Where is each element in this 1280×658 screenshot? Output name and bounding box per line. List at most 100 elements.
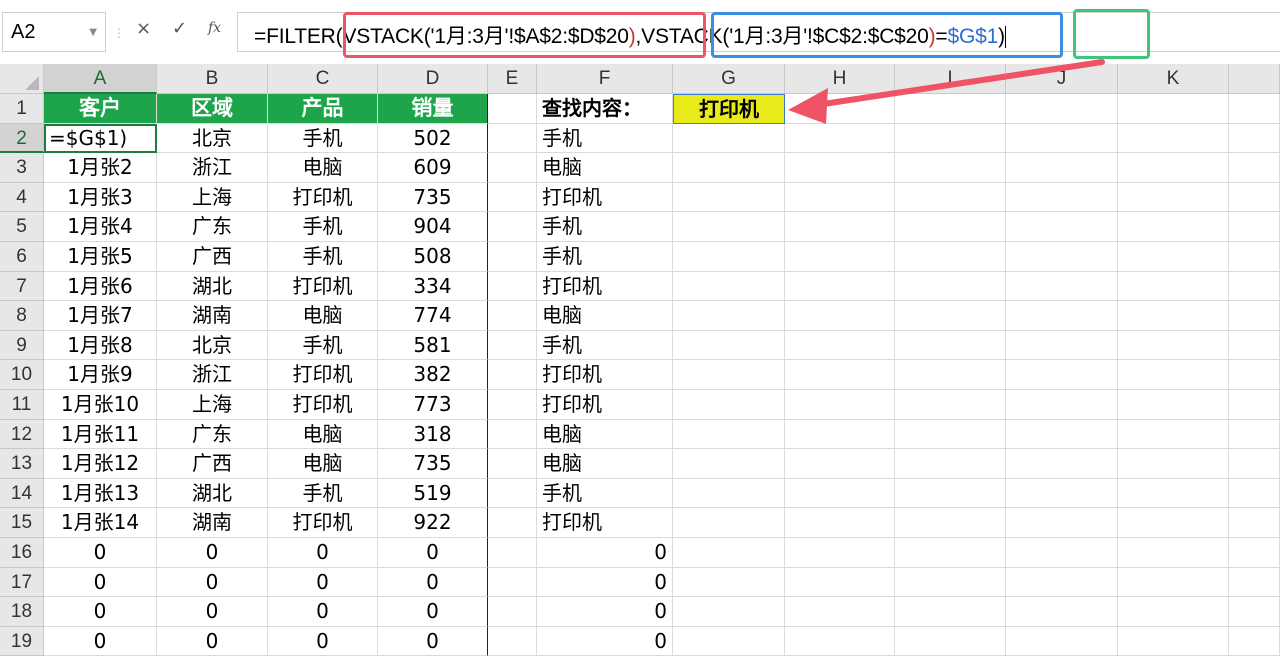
- cell-i5[interactable]: [895, 212, 1006, 242]
- column-header-b[interactable]: B: [157, 64, 268, 94]
- cell-i1[interactable]: [895, 94, 1006, 124]
- row-header-17[interactable]: 17: [0, 567, 44, 598]
- cell-b9[interactable]: 北京: [157, 330, 268, 361]
- cell-b13[interactable]: 广西: [157, 449, 268, 479]
- cell-i11[interactable]: [895, 390, 1006, 420]
- cell-h4[interactable]: [785, 182, 895, 213]
- cell-d15[interactable]: 922: [378, 508, 488, 538]
- cell-f1[interactable]: 查找内容：: [537, 94, 673, 124]
- cancel-icon[interactable]: ×: [136, 18, 151, 39]
- cell-b11[interactable]: 上海: [157, 390, 268, 420]
- cell-c10[interactable]: 打印机: [268, 360, 378, 390]
- row-header-2[interactable]: 2: [0, 123, 44, 154]
- cell-c13[interactable]: 电脑: [268, 449, 378, 479]
- cell-l9[interactable]: [1229, 330, 1280, 361]
- cell-j6[interactable]: [1006, 242, 1118, 272]
- cell-f14[interactable]: 手机: [537, 478, 673, 509]
- cell-j1[interactable]: [1006, 94, 1118, 124]
- column-header-d[interactable]: D: [378, 64, 488, 94]
- cell-e3[interactable]: [488, 153, 537, 183]
- cell-k1[interactable]: [1118, 94, 1229, 124]
- cell-d10[interactable]: 382: [378, 360, 488, 390]
- cell-c4[interactable]: 打印机: [268, 182, 378, 213]
- cell-k14[interactable]: [1118, 478, 1229, 509]
- cell-l11[interactable]: [1229, 390, 1280, 420]
- cell-d19[interactable]: 0: [378, 626, 488, 657]
- cell-h12[interactable]: [785, 419, 895, 450]
- cell-g5[interactable]: [673, 212, 785, 242]
- cell-l2[interactable]: [1229, 123, 1280, 154]
- row-header-18[interactable]: 18: [0, 597, 44, 627]
- row-header-3[interactable]: 3: [0, 153, 44, 183]
- cell-l15[interactable]: [1229, 508, 1280, 538]
- cell-f5[interactable]: 手机: [537, 212, 673, 242]
- cell-f3[interactable]: 电脑: [537, 153, 673, 183]
- column-header-k[interactable]: K: [1118, 64, 1229, 94]
- cell-h7[interactable]: [785, 271, 895, 302]
- cell-b18[interactable]: 0: [157, 597, 268, 627]
- cell-c3[interactable]: 电脑: [268, 153, 378, 183]
- cell-i9[interactable]: [895, 330, 1006, 361]
- column-header-c[interactable]: C: [268, 64, 378, 94]
- row-header-16[interactable]: 16: [0, 538, 44, 568]
- cell-f4[interactable]: 打印机: [537, 182, 673, 213]
- cell-k13[interactable]: [1118, 449, 1229, 479]
- cell-g11[interactable]: [673, 390, 785, 420]
- cell-l4[interactable]: [1229, 182, 1280, 213]
- cell-b19[interactable]: 0: [157, 626, 268, 657]
- cell-h14[interactable]: [785, 478, 895, 509]
- cell-c12[interactable]: 电脑: [268, 419, 378, 450]
- cell-j2[interactable]: [1006, 123, 1118, 154]
- cell-d5[interactable]: 904: [378, 212, 488, 242]
- row-header-4[interactable]: 4: [0, 182, 44, 213]
- cell-l19[interactable]: [1229, 626, 1280, 657]
- cell-a2[interactable]: =$G$1): [44, 123, 157, 154]
- cell-j7[interactable]: [1006, 271, 1118, 302]
- cell-e4[interactable]: [488, 182, 537, 213]
- cell-e11[interactable]: [488, 390, 537, 420]
- column-header-l[interactable]: [1229, 64, 1280, 94]
- cell-d12[interactable]: 318: [378, 419, 488, 450]
- cell-h17[interactable]: [785, 567, 895, 598]
- cell-k11[interactable]: [1118, 390, 1229, 420]
- lookup-value-cell[interactable]: 打印机: [673, 94, 785, 124]
- cell-k9[interactable]: [1118, 330, 1229, 361]
- cell-f18[interactable]: 0: [537, 597, 673, 627]
- cell-g2[interactable]: [673, 123, 785, 154]
- cell-g15[interactable]: [673, 508, 785, 538]
- cell-j10[interactable]: [1006, 360, 1118, 390]
- cell-l12[interactable]: [1229, 419, 1280, 450]
- column-header-j[interactable]: J: [1006, 64, 1118, 94]
- cell-h19[interactable]: [785, 626, 895, 657]
- cell-e14[interactable]: [488, 478, 537, 509]
- cell-j12[interactable]: [1006, 419, 1118, 450]
- cell-e16[interactable]: [488, 538, 537, 568]
- cell-c14[interactable]: 手机: [268, 478, 378, 509]
- cell-b15[interactable]: 湖南: [157, 508, 268, 538]
- cell-f19[interactable]: 0: [537, 626, 673, 657]
- cell-l1[interactable]: [1229, 94, 1280, 124]
- cell-k17[interactable]: [1118, 567, 1229, 598]
- column-header-i[interactable]: I: [895, 64, 1006, 94]
- cell-d7[interactable]: 334: [378, 271, 488, 302]
- cell-a9[interactable]: 1月张8: [44, 330, 157, 361]
- cell-l8[interactable]: [1229, 301, 1280, 331]
- cell-f15[interactable]: 打印机: [537, 508, 673, 538]
- cell-i7[interactable]: [895, 271, 1006, 302]
- cell-j14[interactable]: [1006, 478, 1118, 509]
- cell-a17[interactable]: 0: [44, 567, 157, 598]
- cell-j5[interactable]: [1006, 212, 1118, 242]
- cell-g12[interactable]: [673, 419, 785, 450]
- row-header-19[interactable]: 19: [0, 626, 44, 657]
- cell-i13[interactable]: [895, 449, 1006, 479]
- cell-e12[interactable]: [488, 419, 537, 450]
- cell-e13[interactable]: [488, 449, 537, 479]
- cell-j15[interactable]: [1006, 508, 1118, 538]
- cell-e7[interactable]: [488, 271, 537, 302]
- row-header-6[interactable]: 6: [0, 242, 44, 272]
- row-header-9[interactable]: 9: [0, 330, 44, 361]
- cell-l10[interactable]: [1229, 360, 1280, 390]
- cell-g7[interactable]: [673, 271, 785, 302]
- cell-a10[interactable]: 1月张9: [44, 360, 157, 390]
- cell-i16[interactable]: [895, 538, 1006, 568]
